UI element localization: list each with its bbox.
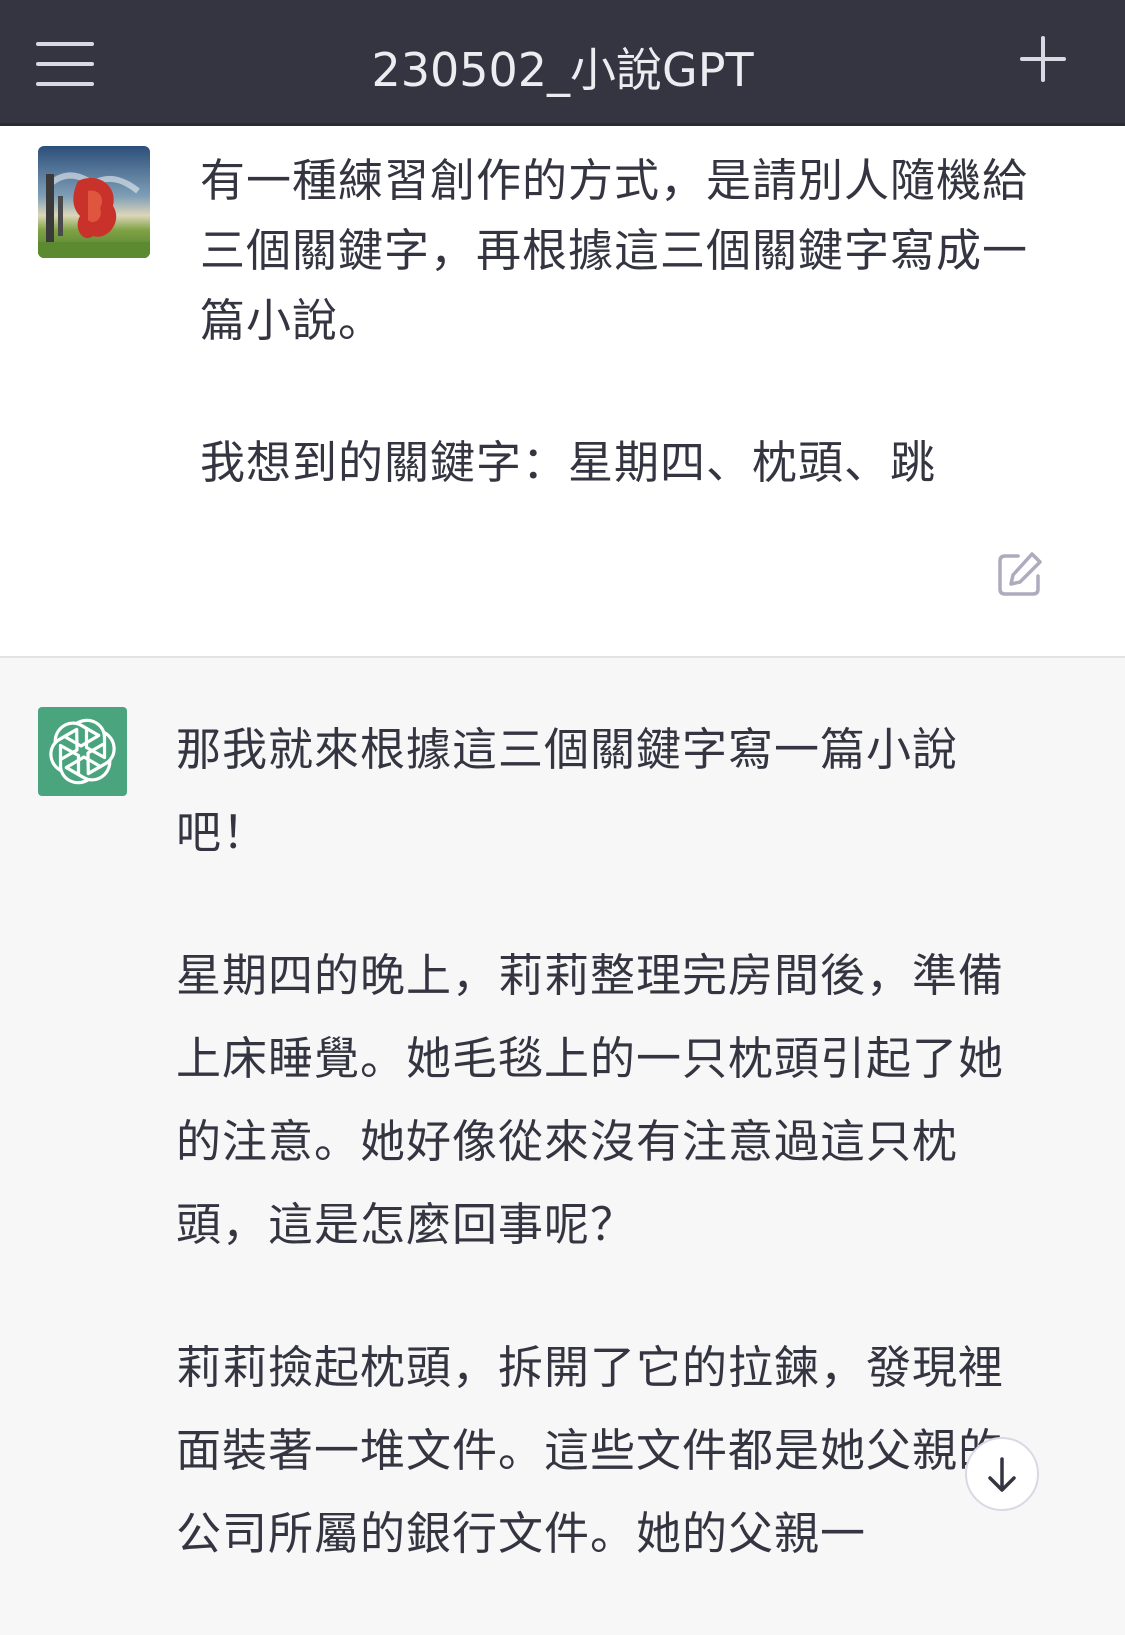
user-avatar xyxy=(38,146,150,258)
edit-icon[interactable] xyxy=(996,550,1044,598)
conversation-title: 230502_小說GPT xyxy=(371,43,754,97)
assistant-paragraph: 那我就來根據這三個關鍵字寫一篇小說吧！ xyxy=(176,723,959,859)
assistant-message: 那我就來根據這三個關鍵字寫一篇小說吧！ 星期四的晚上，莉莉整理完房間後，準備上床… xyxy=(0,658,1125,1585)
assistant-paragraph: 莉莉撿起枕頭，拆開了它的拉鍊，發現裡面裝著一堆文件。這些文件都是她父親的公司所屬… xyxy=(176,1341,1005,1560)
plus-icon[interactable] xyxy=(1018,34,1068,84)
assistant-message-text: 那我就來根據這三個關鍵字寫一篇小說吧！ 星期四的晚上，莉莉整理完房間後，準備上床… xyxy=(176,708,1006,1635)
assistant-paragraph: 星期四的晚上，莉莉整理完房間後，準備上床睡覺。她毛毯上的一只枕頭引起了她的注意。… xyxy=(176,949,1005,1251)
top-bar: 230502_小說GPT xyxy=(0,0,1125,126)
hamburger-menu-icon[interactable] xyxy=(36,42,96,88)
user-message-text: 有一種練習創作的方式，是請別人隨機給三個關鍵字，再根據這三個關鍵字寫成一篇小說。… xyxy=(200,146,1040,498)
user-paragraph: 我想到的關鍵字：星期四、枕頭、跳 xyxy=(200,436,937,489)
arrow-down-icon[interactable] xyxy=(965,1437,1039,1511)
user-paragraph: 有一種練習創作的方式，是請別人隨機給三個關鍵字，再根據這三個關鍵字寫成一篇小說。 xyxy=(200,154,1029,347)
openai-logo-icon xyxy=(38,707,127,796)
user-message: 有一種練習創作的方式，是請別人隨機給三個關鍵字，再根據這三個關鍵字寫成一篇小說。… xyxy=(0,126,1125,658)
